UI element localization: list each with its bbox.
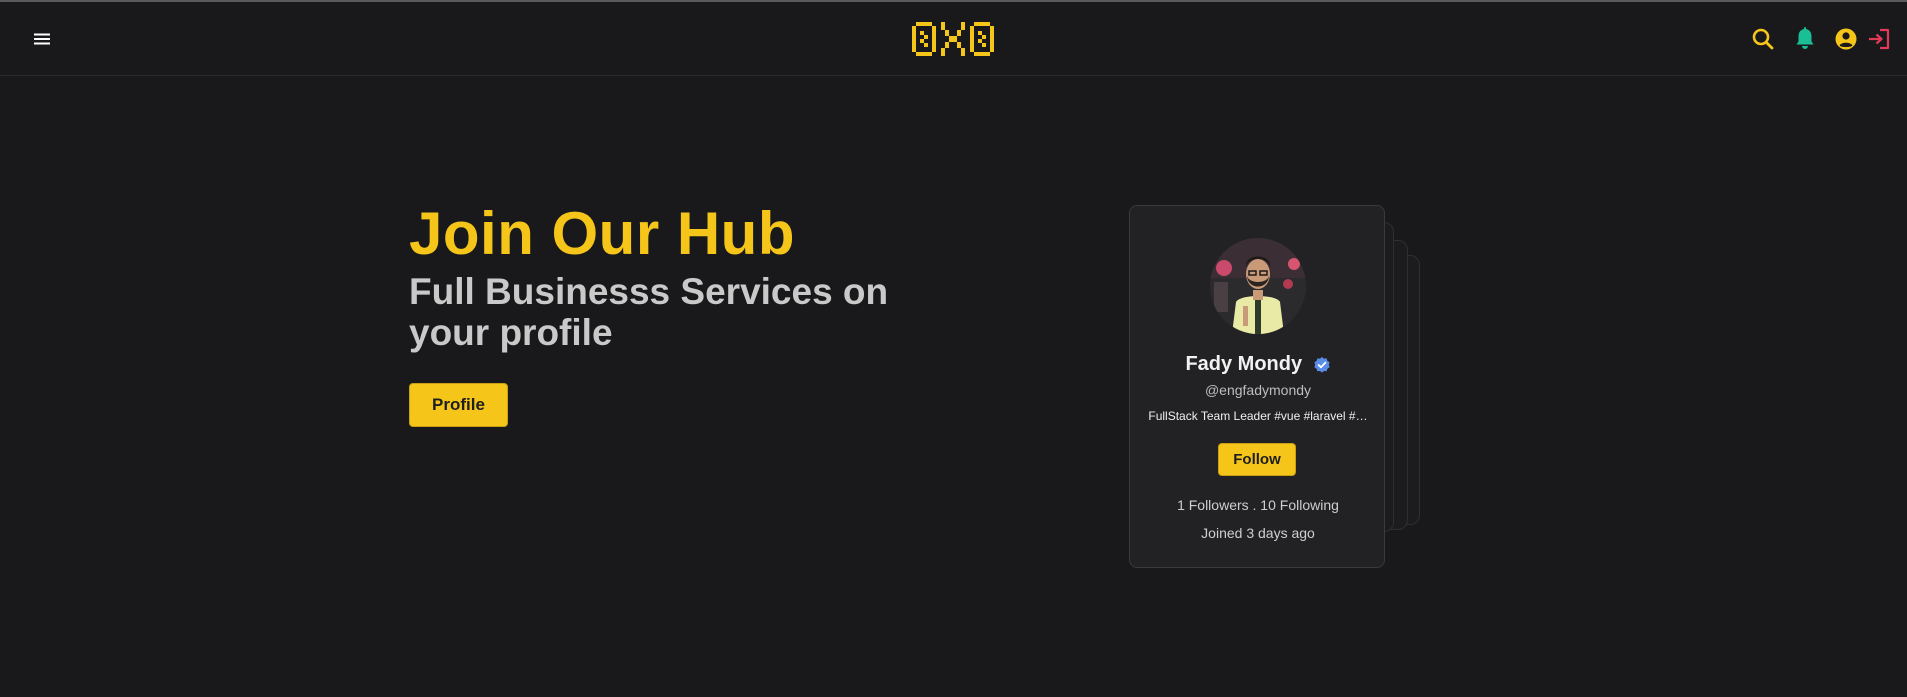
hamburger-menu-icon[interactable] [30,27,54,51]
user-circle-icon[interactable] [1834,26,1858,52]
profile-button[interactable]: Profile [409,383,508,427]
bell-icon[interactable] [1793,26,1817,52]
profile-name-row: Fady Mondy [1130,353,1386,376]
avatar[interactable] [1210,238,1306,334]
follow-stats: 1 Followers . 10 Following [1177,497,1339,513]
logout-icon[interactable] [1867,26,1891,52]
search-icon[interactable] [1751,26,1775,52]
follow-button[interactable]: Follow [1218,443,1296,476]
verified-badge-icon [1313,356,1331,374]
profile-bio: FullStack Team Leader #vue #laravel #… [1148,409,1368,423]
joined-date: Joined 3 days ago [1201,525,1315,541]
profile-card: Fady Mondy @engfadymondy FullStack Team … [1129,205,1385,568]
hero-section: Join Our Hub Full Businesss Services on … [409,198,969,353]
profile-name: Fady Mondy [1185,353,1303,375]
profile-handle[interactable]: @engfadymondy [1130,382,1386,398]
oxo-logo[interactable] [912,22,994,56]
top-navbar [0,2,1907,76]
hero-subtitle: Full Businesss Services on your profile [409,271,889,353]
hero-title: Join Our Hub [409,200,795,267]
